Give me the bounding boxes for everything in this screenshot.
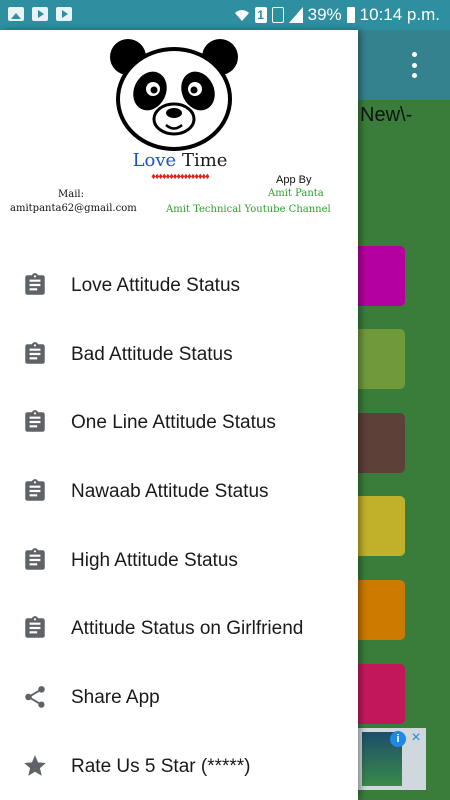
star-icon xyxy=(24,754,46,776)
clipboard-icon xyxy=(25,273,45,295)
share-icon xyxy=(25,686,45,708)
menu-item-label: High Attitude Status xyxy=(71,549,238,571)
video-icon xyxy=(32,7,48,21)
category-tile[interactable] xyxy=(358,580,405,640)
menu-item-label: Bad Attitude Status xyxy=(71,343,233,365)
category-tile[interactable] xyxy=(358,413,405,473)
drawer-menu: Love Attitude Status Bad Attitude Status… xyxy=(0,251,358,800)
navigation-drawer: Love Time ♦♦♦♦♦♦♦♦♦♦♦♦♦♦♦♦ Mail: amitpan… xyxy=(0,30,358,800)
clipboard-icon xyxy=(25,616,45,639)
clipboard-icon xyxy=(25,479,45,501)
menu-item-nawaab-attitude-status[interactable]: Nawaab Attitude Status xyxy=(0,457,358,526)
menu-item-label: Rate Us 5 Star (*****) xyxy=(71,755,251,777)
clipboard-icon xyxy=(25,410,45,433)
battery-percent: 39% xyxy=(307,5,342,24)
sim-icon: 1 xyxy=(254,7,267,23)
clock: 10:14 p.m. xyxy=(359,5,440,24)
ad-banner[interactable]: i × xyxy=(358,728,426,790)
menu-item-label: Nawaab Attitude Status xyxy=(71,481,269,503)
category-tile[interactable] xyxy=(358,664,405,724)
video-icon xyxy=(56,7,72,21)
menu-item-share-app[interactable]: Share App xyxy=(0,663,358,732)
mail-label: Mail: xyxy=(58,189,84,200)
no-signal-icon xyxy=(271,7,284,23)
ad-close-icon[interactable]: × xyxy=(408,730,424,746)
logo-hearts: ♦♦♦♦♦♦♦♦♦♦♦♦♦♦♦♦ xyxy=(151,171,209,181)
notification-icons xyxy=(8,7,72,21)
menu-item-label: Attitude Status on Girlfriend xyxy=(71,618,304,640)
category-tile[interactable] xyxy=(358,329,405,389)
developer-channel: Amit Technical Youtube Channel xyxy=(166,204,331,215)
menu-item-label: Love Attitude Status xyxy=(71,275,241,296)
drawer-header: Love Time ♦♦♦♦♦♦♦♦♦♦♦♦♦♦♦♦ Mail: amitpan… xyxy=(0,30,358,235)
status-bar: 1 39% 10:14 p.m. xyxy=(0,0,450,30)
panda-logo-icon xyxy=(110,39,238,151)
developer-name: Amit Panta xyxy=(268,188,324,199)
clipboard-icon xyxy=(25,547,45,570)
clipboard-icon xyxy=(25,341,45,364)
menu-item-rate-us[interactable]: Rate Us 5 Star (*****) xyxy=(0,732,358,800)
menu-item-bad-attitude-status[interactable]: Bad Attitude Status xyxy=(0,320,358,389)
category-tile[interactable] xyxy=(358,246,405,306)
menu-item-label: One Line Attitude Status xyxy=(71,412,276,434)
signal-icon xyxy=(288,7,303,23)
category-tile[interactable] xyxy=(358,496,405,556)
menu-item-love-attitude-status[interactable]: Love Attitude Status xyxy=(0,251,358,320)
overflow-menu-icon[interactable] xyxy=(404,52,424,78)
app-title-fragment: New\- xyxy=(360,104,413,126)
system-icons: 1 39% 10:14 p.m. xyxy=(234,5,440,25)
menu-item-attitude-status-on-girlfriend[interactable]: Attitude Status on Girlfriend xyxy=(0,594,358,663)
wifi-icon xyxy=(234,10,249,21)
battery-icon xyxy=(346,7,355,23)
logo-word-time: Time xyxy=(181,150,228,171)
app-by-label: App By xyxy=(276,174,312,186)
menu-item-label: Share App xyxy=(71,687,160,709)
logo-word-love: Love xyxy=(132,150,177,171)
menu-item-high-attitude-status[interactable]: High Attitude Status xyxy=(0,526,358,595)
image-icon xyxy=(8,7,24,21)
ad-info-icon[interactable]: i xyxy=(390,731,406,747)
menu-item-one-line-attitude-status[interactable]: One Line Attitude Status xyxy=(0,388,358,457)
app-logo-text: Love Time xyxy=(118,150,242,171)
mail-address: amitpanta62@gmail.com xyxy=(10,203,137,214)
